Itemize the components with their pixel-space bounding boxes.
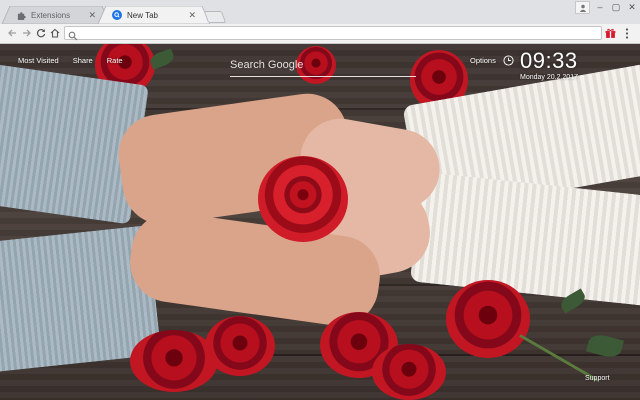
back-icon[interactable] <box>5 26 19 40</box>
search-underline <box>230 76 416 77</box>
new-tab-page: Most Visited Share Rate Options 09:33 Mo… <box>0 44 640 400</box>
clock-time: 09:33 <box>520 48 578 73</box>
forward-icon[interactable] <box>20 26 34 40</box>
central-rose <box>258 156 348 242</box>
minimize-icon[interactable]: – <box>592 0 608 14</box>
browser-toolbar <box>0 24 640 44</box>
new-tab-favicon <box>112 10 122 20</box>
address-input[interactable] <box>81 27 581 39</box>
tab-strip: Extensions ✕ New Tab ✕ – ▢ ✕ <box>0 0 640 24</box>
rose <box>205 316 275 376</box>
new-tab-button[interactable] <box>203 11 227 23</box>
rate-link[interactable]: Rate <box>107 56 123 65</box>
omnibox[interactable] <box>64 26 602 41</box>
close-icon[interactable]: ✕ <box>188 10 196 21</box>
close-window-icon[interactable]: ✕ <box>624 0 640 14</box>
puzzle-icon <box>16 10 26 20</box>
options-link[interactable]: Options <box>470 56 496 65</box>
rose <box>446 280 530 358</box>
clock-date: Monday 20.2.2017 <box>520 74 578 81</box>
profile-icon[interactable] <box>575 1 590 14</box>
share-link[interactable]: Share <box>73 56 93 65</box>
tab-label: New Tab <box>127 10 158 20</box>
tab-label: Extensions <box>31 10 71 20</box>
tab-extensions[interactable]: Extensions ✕ <box>2 6 110 24</box>
search-input[interactable] <box>230 58 416 72</box>
close-icon[interactable]: ✕ <box>88 10 96 21</box>
most-visited-link[interactable]: Most Visited <box>18 56 59 65</box>
clock-icon <box>503 53 514 71</box>
rose <box>372 344 446 400</box>
tab-new-tab[interactable]: New Tab ✕ <box>98 6 210 24</box>
home-icon[interactable] <box>48 26 62 40</box>
support-link[interactable]: Support <box>585 375 610 382</box>
reload-icon[interactable] <box>34 26 48 40</box>
maximize-icon[interactable]: ▢ <box>608 0 624 14</box>
menu-icon[interactable] <box>620 26 634 40</box>
top-navigation: Most Visited Share Rate <box>18 56 137 65</box>
extension-gift-icon[interactable] <box>603 26 617 40</box>
search-box <box>230 55 416 77</box>
